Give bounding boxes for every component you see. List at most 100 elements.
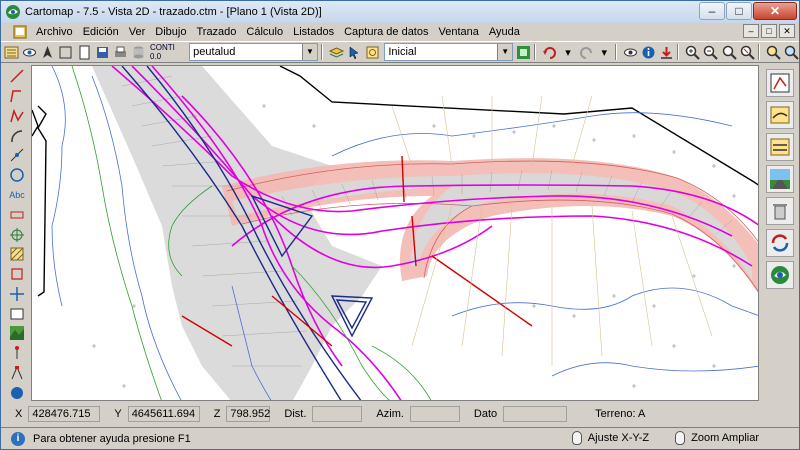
line-tool-icon[interactable]	[8, 68, 26, 85]
close-button[interactable]: ✕	[753, 2, 797, 20]
menu-ventana[interactable]: Ventana	[433, 26, 483, 38]
redo-view-icon[interactable]	[579, 44, 594, 60]
view-select[interactable]: Inicial ▼	[384, 43, 514, 61]
minimize-button[interactable]: –	[699, 2, 725, 20]
circle-tool-icon[interactable]	[8, 167, 26, 184]
print-icon[interactable]	[113, 44, 128, 60]
zoom-label: Zoom Ampliar	[691, 432, 759, 444]
menu-captura-de-datos[interactable]: Captura de datos	[339, 26, 433, 38]
app-window: Cartomap - 7.5 - Vista 2D - trazado.ctm …	[0, 0, 800, 450]
point-tool-icon[interactable]	[8, 147, 26, 164]
adjust-xyz-label: Ajuste X-Y-Z	[587, 432, 650, 444]
dimension-tool-icon[interactable]	[8, 206, 26, 223]
zoom-all-icon[interactable]	[784, 44, 799, 60]
cross-sections-icon[interactable]	[766, 133, 794, 161]
pan-view-icon[interactable]	[766, 69, 794, 97]
data-field	[503, 406, 568, 422]
zoom-previous-icon[interactable]	[740, 44, 755, 60]
coordinate-bar: X 428476.715 Y 4645611.694 Z 798.952 Dis…	[1, 403, 799, 425]
visibility-icon[interactable]	[623, 44, 638, 60]
globe-tool-icon[interactable]	[8, 384, 26, 401]
mdi-close-button[interactable]: ✕	[779, 24, 795, 38]
maximize-button[interactable]: □	[726, 2, 752, 20]
chevron-down-icon[interactable]: ▾	[560, 44, 575, 60]
profile-tool-icon[interactable]	[8, 345, 26, 362]
layer-stack-icon[interactable]	[329, 44, 345, 60]
toolbar-separator	[534, 44, 537, 60]
layer-select[interactable]: peutalud ▼	[189, 43, 318, 61]
toolbar-separator	[757, 44, 760, 60]
road-perspective-icon[interactable]	[766, 165, 794, 193]
main-toolbar: CONTI 0.0 peutalud ▼ Inicial ▼ ▾ ▾	[1, 41, 799, 63]
terrain-tool-icon[interactable]	[8, 325, 26, 342]
terrain-label: Terreno: A	[595, 408, 646, 420]
select-icon[interactable]	[58, 44, 73, 60]
view-properties-icon[interactable]	[365, 44, 380, 60]
database-icon[interactable]	[131, 44, 146, 60]
menu-ver[interactable]: Ver	[124, 26, 151, 38]
mouse-left-icon	[571, 431, 582, 445]
distance-label: Dist.	[284, 408, 307, 420]
save-icon[interactable]	[95, 44, 110, 60]
view-select-value: Inicial	[388, 46, 417, 58]
green-window-icon[interactable]	[516, 44, 531, 60]
title-bar[interactable]: Cartomap - 7.5 - Vista 2D - trazado.ctm …	[1, 1, 799, 23]
rectangle-tool-icon[interactable]	[8, 266, 26, 283]
menu-ayuda[interactable]: Ayuda	[484, 26, 525, 38]
station-tool-icon[interactable]	[8, 364, 26, 381]
mouse-right-icon	[675, 431, 686, 445]
cartomap-app-icon[interactable]	[766, 261, 794, 289]
north-arrow-icon[interactable]	[40, 44, 55, 60]
distance-field	[312, 406, 363, 422]
help-icon: i	[11, 431, 25, 446]
move-tool-icon[interactable]	[8, 285, 26, 302]
cartomap-logo-icon	[6, 5, 20, 19]
chevron-down-icon[interactable]: ▾	[597, 44, 612, 60]
zoom-extents-icon[interactable]	[766, 44, 781, 60]
mdi-minimize-button[interactable]: –	[743, 24, 759, 38]
chevron-down-icon[interactable]: ▼	[497, 44, 513, 60]
undo-view-icon[interactable]	[542, 44, 557, 60]
zoom-window-icon[interactable]	[721, 44, 737, 60]
menu-dibujo[interactable]: Dibujo	[150, 26, 191, 38]
frame-tool-icon[interactable]	[8, 305, 26, 322]
refresh-icon[interactable]	[766, 229, 794, 257]
drawing-tools-panel: Abc	[5, 65, 29, 401]
hatch-tool-icon[interactable]	[8, 246, 26, 263]
menu-archivo[interactable]: Archivo	[31, 26, 78, 38]
target-tool-icon[interactable]	[8, 226, 26, 243]
drawing-canvas[interactable]	[31, 65, 759, 401]
eye-icon[interactable]	[22, 44, 37, 60]
line-type-label: CONTI 0.0	[150, 43, 175, 61]
menu-edicion[interactable]: Edición	[78, 26, 124, 38]
layers-icon[interactable]	[4, 44, 19, 60]
status-bar: i Para obtener ayuda presione F1 Ajuste …	[1, 427, 799, 449]
menu-trazado[interactable]: Trazado	[191, 26, 241, 38]
trash-icon[interactable]	[766, 197, 794, 225]
chevron-down-icon[interactable]: ▼	[302, 44, 317, 60]
view-tools-panel	[761, 65, 799, 401]
longitudinal-profile-icon[interactable]	[766, 101, 794, 129]
arc-tool-icon[interactable]	[8, 127, 26, 144]
data-label: Dato	[473, 408, 498, 420]
plan-view-drawing[interactable]	[32, 66, 759, 401]
document-icon[interactable]	[13, 25, 27, 39]
x-coordinate-field: 428476.715	[28, 406, 101, 422]
open-file-icon[interactable]	[77, 44, 92, 60]
y-coordinate-label: Y	[114, 408, 122, 420]
menu-listados[interactable]: Listados	[288, 26, 339, 38]
text-tool-icon[interactable]: Abc	[8, 187, 26, 204]
pointer-icon[interactable]	[347, 44, 362, 60]
info-icon[interactable]	[641, 44, 656, 60]
y-coordinate-field: 4645611.694	[127, 406, 200, 422]
zoom-in-icon[interactable]	[685, 44, 700, 60]
polyline-tool-icon[interactable]	[8, 88, 26, 105]
mdi-restore-button[interactable]: □	[761, 24, 777, 38]
download-icon[interactable]	[659, 44, 674, 60]
z-coordinate-field: 798.952	[226, 406, 271, 422]
window-title: Cartomap - 7.5 - Vista 2D - trazado.ctm …	[25, 6, 322, 18]
spline-tool-icon[interactable]	[8, 108, 26, 125]
toolbar-separator	[614, 44, 617, 60]
zoom-out-icon[interactable]	[703, 44, 719, 60]
menu-calculo[interactable]: Cálculo	[241, 26, 288, 38]
